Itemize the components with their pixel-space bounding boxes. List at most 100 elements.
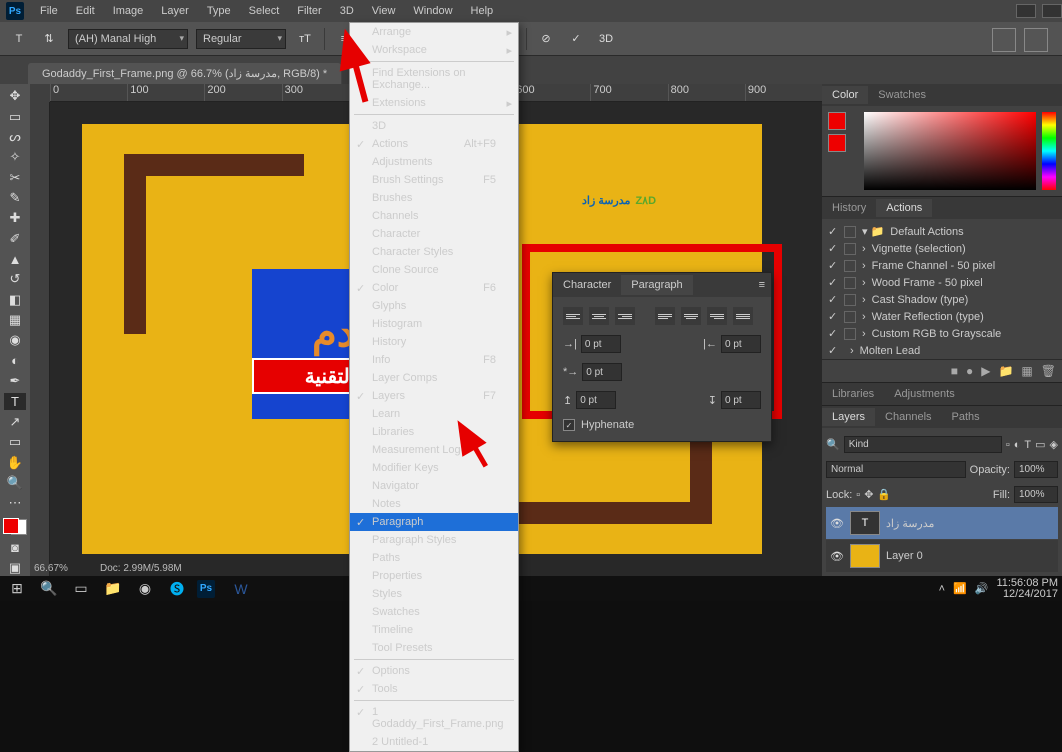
ps-min-button[interactable] [1016, 4, 1036, 18]
menu-item-arrange[interactable]: Arrange▸ [350, 23, 518, 41]
lock-all-icon[interactable]: ▫ [856, 489, 860, 501]
filter-kind-dropdown[interactable]: Kind [844, 436, 1002, 453]
start-button[interactable]: ⊞ [4, 578, 30, 600]
visibility-icon[interactable]: 👁 [830, 550, 844, 563]
opacity-input[interactable]: 100% [1014, 461, 1058, 478]
menu-type[interactable]: Type [199, 2, 239, 20]
wand-tool[interactable]: ✧ [4, 149, 26, 165]
hand-tool[interactable]: ✋ [4, 454, 26, 470]
eyedropper-tool[interactable]: ✎ [4, 190, 26, 206]
menu-item-paragraph[interactable]: ✓Paragraph [350, 513, 518, 531]
record-icon[interactable]: ● [966, 364, 973, 378]
newset-icon[interactable]: 📁 [998, 364, 1013, 378]
gradient-tool[interactable]: ▦ [4, 312, 26, 328]
action-item[interactable]: ✓›Vignette (selection) [822, 240, 1062, 257]
window-menu-dropdown[interactable]: Arrange▸Workspace▸Find Extensions on Exc… [349, 22, 519, 752]
skype-button[interactable]: 🅢 [164, 578, 190, 600]
indent-right-input[interactable] [721, 335, 761, 353]
panel-menu-icon[interactable]: ≡ [753, 279, 771, 291]
action-item[interactable]: ✓›Frame Channel - 50 pixel [822, 257, 1062, 274]
type-tool[interactable]: T [4, 393, 26, 409]
photoshop-button[interactable]: Ps [196, 578, 222, 600]
workspace-btn-2[interactable] [1024, 28, 1048, 52]
history-brush-tool[interactable]: ↺ [4, 271, 26, 287]
space-after-input[interactable] [721, 391, 761, 409]
menu-edit[interactable]: Edit [68, 2, 103, 20]
lock-pixel-icon[interactable]: 🔒 [877, 488, 891, 501]
bg-swatch[interactable] [828, 134, 846, 152]
menu-filter[interactable]: Filter [289, 2, 329, 20]
menu-image[interactable]: Image [105, 2, 152, 20]
action-item[interactable]: ✓›Custom RGB to Grayscale [822, 325, 1062, 342]
fg-swatch[interactable] [828, 112, 846, 130]
font-family-dropdown[interactable]: (AH) Manal High [68, 29, 188, 49]
menu-item-adjustments[interactable]: Adjustments [350, 153, 518, 171]
menu-item-brush-settings[interactable]: Brush SettingsF5 [350, 171, 518, 189]
tray-net-icon[interactable]: 📶 [953, 582, 967, 595]
action-item[interactable]: ✓›Water Reflection (type) [822, 308, 1062, 325]
menu-item-notes[interactable]: Notes [350, 495, 518, 513]
fill-input[interactable]: 100% [1014, 486, 1058, 503]
dodge-tool[interactable]: ◐ [4, 353, 26, 369]
firstline-input[interactable] [582, 363, 622, 381]
tab-layers[interactable]: Layers [822, 408, 875, 426]
trash-icon[interactable]: 🗑 [1041, 364, 1056, 378]
tab-color[interactable]: Color [822, 86, 868, 104]
paragraph-panel[interactable]: Character Paragraph ≡ [552, 272, 772, 442]
menu-window[interactable]: Window [405, 2, 460, 20]
menu-item-swatches[interactable]: Swatches [350, 603, 518, 621]
justify-all-btn[interactable] [733, 307, 753, 325]
justify-right-btn[interactable] [707, 307, 727, 325]
menu-item-character-styles[interactable]: Character Styles [350, 243, 518, 261]
filter-icon[interactable]: 🔍 [826, 438, 840, 451]
eraser-tool[interactable]: ◧ [4, 292, 26, 308]
workspace-btn-1[interactable] [992, 28, 1016, 52]
menu-item-brushes[interactable]: Brushes [350, 189, 518, 207]
heal-tool[interactable]: ✚ [4, 210, 26, 226]
menu-item-tool-presets[interactable]: Tool Presets [350, 639, 518, 657]
font-size-icon[interactable]: тT [294, 28, 316, 50]
marquee-tool[interactable]: ▭ [4, 108, 26, 124]
menu-item-tools[interactable]: ✓Tools [350, 680, 518, 698]
menu-file[interactable]: File [32, 2, 66, 20]
clock[interactable]: 11:56:08 PM 12/24/2017 [996, 578, 1058, 600]
screenmode-tool[interactable]: ▣ [4, 560, 26, 576]
menu-item-styles[interactable]: Styles [350, 585, 518, 603]
tab-character[interactable]: Character [553, 275, 621, 295]
menu-item-extensions[interactable]: Extensions▸ [350, 94, 518, 112]
path-tool[interactable]: ↗ [4, 414, 26, 430]
tab-paragraph[interactable]: Paragraph [621, 275, 692, 295]
menu-item-paragraph-styles[interactable]: Paragraph Styles [350, 531, 518, 549]
actions-folder[interactable]: ✓▾ 📁Default Actions [822, 223, 1062, 240]
align-right-btn[interactable] [615, 307, 635, 325]
tab-channels[interactable]: Channels [875, 408, 941, 426]
lock-pos-icon[interactable]: ✥ [864, 488, 873, 501]
color-field[interactable] [864, 112, 1036, 190]
tray-vol-icon[interactable]: 🔊 [975, 582, 989, 595]
tray-up-icon[interactable]: ˄ [939, 583, 945, 595]
menu-item-properties[interactable]: Properties [350, 567, 518, 585]
menu-item-glyphs[interactable]: Glyphs [350, 297, 518, 315]
align-left-btn[interactable] [563, 307, 583, 325]
action-item[interactable]: ✓›Molten Lead [822, 342, 1062, 359]
visibility-icon[interactable]: 👁 [830, 517, 844, 530]
fg-bg-colors[interactable] [3, 518, 27, 536]
hue-slider[interactable] [1042, 112, 1056, 190]
blur-tool[interactable]: ◉ [4, 332, 26, 348]
edit-toolbar[interactable]: ⋯ [4, 495, 26, 511]
menu-help[interactable]: Help [463, 2, 502, 20]
menu-item-clone-source[interactable]: Clone Source [350, 261, 518, 279]
menu-item-modifier-keys[interactable]: Modifier Keys [350, 459, 518, 477]
chrome-button[interactable]: ◉ [132, 578, 158, 600]
menu-item-paths[interactable]: Paths [350, 549, 518, 567]
move-tool[interactable]: ✥ [4, 88, 26, 104]
menu-view[interactable]: View [364, 2, 404, 20]
stop-icon[interactable]: ■ [951, 364, 958, 378]
filter-adj-icon[interactable]: ◐ [1014, 439, 1021, 451]
menu-item-workspace[interactable]: Workspace▸ [350, 41, 518, 59]
filter-smart-icon[interactable]: ◈ [1050, 438, 1058, 451]
play-icon[interactable]: ▶ [981, 364, 990, 378]
tab-paths[interactable]: Paths [942, 408, 990, 426]
menu-item-layer-comps[interactable]: Layer Comps [350, 369, 518, 387]
blend-mode-dropdown[interactable]: Normal [826, 461, 966, 478]
